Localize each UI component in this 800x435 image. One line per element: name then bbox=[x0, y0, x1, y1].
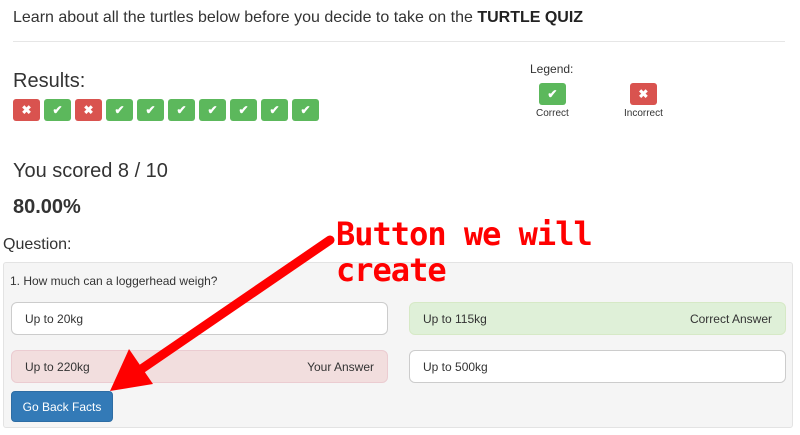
check-icon: ✔ bbox=[168, 99, 195, 121]
question-text: 1. How much can a loggerhead weigh? bbox=[10, 274, 218, 288]
check-icon: ✔ bbox=[106, 99, 133, 121]
answer-option-yours[interactable]: Up to 220kg Your Answer bbox=[11, 350, 388, 383]
answer-label: Up to 115kg bbox=[423, 311, 487, 326]
annotation-text: Button we will create bbox=[336, 216, 596, 288]
results-title: Results: bbox=[13, 70, 86, 92]
check-icon: ✔ bbox=[199, 99, 226, 121]
correct-answer-tag: Correct Answer bbox=[689, 311, 772, 326]
answer-option[interactable]: Up to 20kg bbox=[11, 302, 388, 335]
answer-label: Up to 20kg bbox=[25, 311, 84, 326]
answer-option[interactable]: Up to 500kg bbox=[409, 350, 786, 383]
legend-title: Legend: bbox=[530, 62, 574, 76]
quiz-name: TURTLE QUIZ bbox=[477, 9, 584, 26]
intro-text: Learn about all the turtles below before… bbox=[13, 9, 583, 27]
annotation-line-1: Button we will bbox=[336, 215, 593, 253]
check-icon: ✔ bbox=[538, 83, 566, 105]
score-percent: 80.00% bbox=[13, 196, 81, 218]
divider bbox=[13, 41, 785, 42]
go-back-facts-button[interactable]: Go Back Facts bbox=[11, 391, 113, 422]
check-icon: ✔ bbox=[261, 99, 288, 121]
check-icon: ✔ bbox=[137, 99, 164, 121]
legend-incorrect: ✖ Incorrect bbox=[624, 83, 663, 119]
score-text: You scored 8 / 10 bbox=[13, 160, 168, 182]
check-icon: ✔ bbox=[44, 99, 71, 121]
check-icon: ✔ bbox=[230, 99, 257, 121]
x-icon: ✖ bbox=[13, 99, 40, 121]
legend-correct: ✔ Correct bbox=[536, 83, 569, 119]
answer-label: Up to 220kg bbox=[25, 359, 90, 374]
annotation-line-2: create bbox=[336, 251, 447, 289]
answer-option-correct[interactable]: Up to 115kg Correct Answer bbox=[409, 302, 786, 335]
results-badges: ✖ ✔ ✖ ✔ ✔ ✔ ✔ ✔ ✔ ✔ bbox=[13, 99, 319, 121]
x-icon: ✖ bbox=[629, 83, 657, 105]
your-answer-tag: Your Answer bbox=[307, 359, 374, 374]
intro-sentence: Learn about all the turtles below before… bbox=[13, 9, 478, 26]
question-section-label: Question: bbox=[3, 236, 72, 253]
legend-correct-label: Correct bbox=[536, 108, 569, 119]
check-icon: ✔ bbox=[292, 99, 319, 121]
legend-incorrect-label: Incorrect bbox=[624, 108, 663, 119]
x-icon: ✖ bbox=[75, 99, 102, 121]
answer-label: Up to 500kg bbox=[423, 359, 488, 374]
